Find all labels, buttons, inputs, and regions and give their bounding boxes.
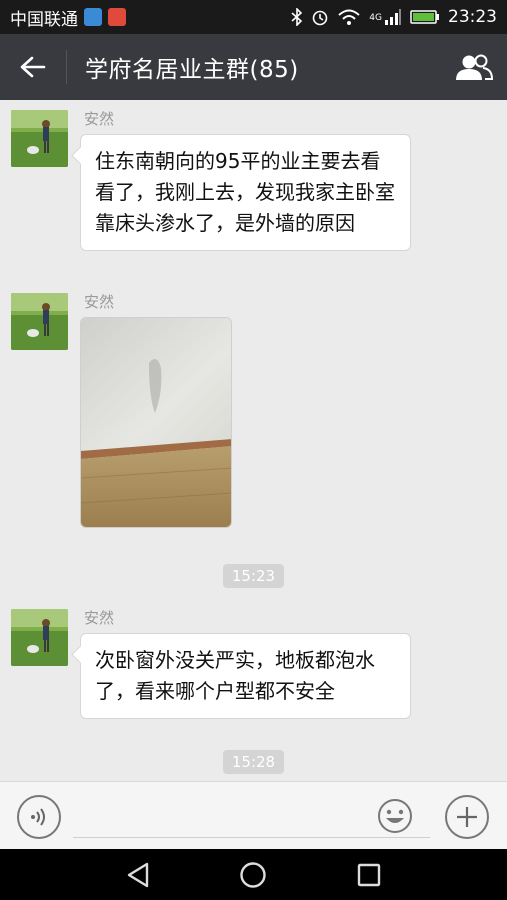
message-bubble[interactable]: 次卧窗外没关严实，地板都泡水了，看来哪个户型都不安全 <box>80 633 411 719</box>
alarm-icon <box>312 10 328 26</box>
emoji-icon <box>378 799 412 833</box>
square-recents-icon <box>357 863 381 886</box>
group-members-button[interactable] <box>441 34 507 100</box>
nav-back-button[interactable] <box>118 855 158 895</box>
more-options-button[interactable] <box>445 795 489 839</box>
sender-name: 安然 <box>84 110 115 128</box>
timestamp: 15:28 <box>0 750 507 774</box>
title-divider <box>66 50 67 84</box>
group-members-icon <box>456 54 493 80</box>
chat-title: 学府名居业主群(85) <box>85 57 299 83</box>
avatar[interactable] <box>11 293 68 350</box>
carrier-label: 中国联通 <box>10 9 78 30</box>
status-time: 23:23 <box>448 7 497 27</box>
bluetooth-icon <box>291 8 303 26</box>
circle-home-icon <box>240 861 267 888</box>
status-right: 4G 23:23 <box>291 7 497 27</box>
nav-recents-button[interactable] <box>349 855 389 895</box>
message-bubble[interactable]: 住东南朝向的95平的业主要去看看了，我刚上去，发现我家主卧室靠床头渗水了，是外墙… <box>80 134 411 251</box>
navigation-bar <box>0 849 507 900</box>
sender-name: 安然 <box>84 609 115 627</box>
back-arrow-icon <box>20 56 46 78</box>
image-message[interactable] <box>80 317 232 528</box>
network-type-label: 4G <box>369 13 382 23</box>
avatar-image <box>11 609 68 666</box>
wifi-icon <box>338 9 360 25</box>
input-bar <box>0 781 507 849</box>
back-button[interactable] <box>0 34 66 100</box>
triangle-back-icon <box>127 862 149 887</box>
avatar[interactable] <box>11 110 68 167</box>
voice-icon <box>31 808 45 826</box>
timestamp-label: 15:23 <box>222 564 285 588</box>
avatar[interactable] <box>11 609 68 666</box>
plus-icon <box>457 807 477 827</box>
avatar-image <box>11 110 68 167</box>
battery-icon <box>410 10 439 24</box>
app-notification-icon <box>108 8 126 26</box>
emoji-button[interactable] <box>377 798 413 834</box>
signal-icon <box>385 9 401 25</box>
sender-name: 安然 <box>84 293 115 311</box>
timestamp-label: 15:28 <box>222 750 285 774</box>
wall-leak-photo <box>81 318 231 527</box>
timestamp: 15:23 <box>0 564 507 588</box>
title-bar: 学府名居业主群(85) <box>0 34 507 100</box>
browser-notification-icon <box>84 8 102 26</box>
avatar-image <box>11 293 68 350</box>
status-bar: 中国联通 4G 23:23 <box>0 0 507 34</box>
chat-area[interactable]: 安然 住东南朝向的95平的业主要去看看了，我刚上去，发现我家主卧室靠床头渗水了，… <box>0 100 507 781</box>
voice-input-button[interactable] <box>17 795 61 839</box>
nav-home-button[interactable] <box>233 855 273 895</box>
status-left: 中国联通 <box>10 5 126 30</box>
